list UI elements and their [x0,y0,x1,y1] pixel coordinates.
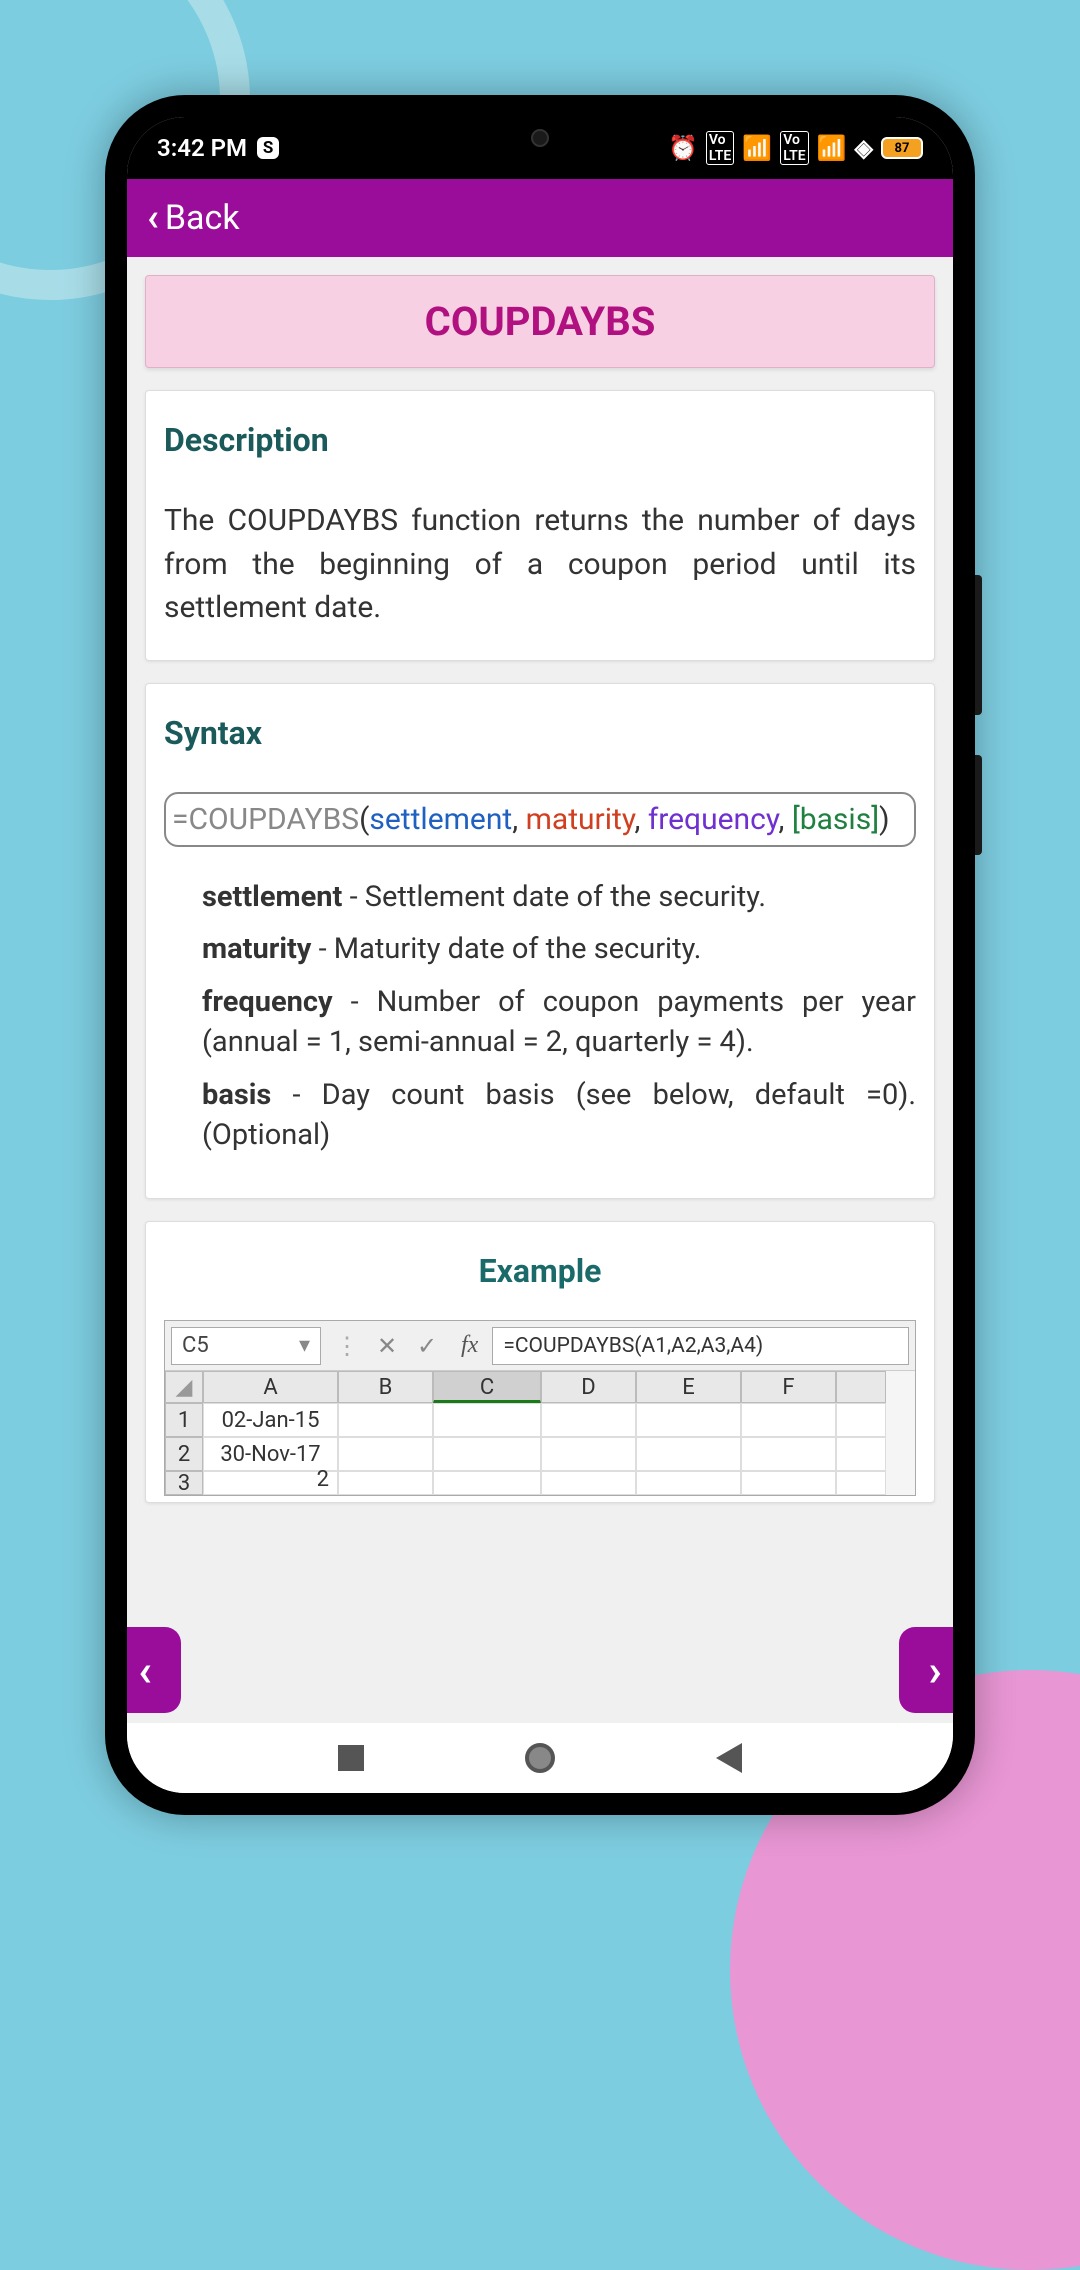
cell[interactable] [836,1471,886,1495]
home-button[interactable] [525,1743,555,1773]
page-title: COUPDAYBS [168,298,912,345]
volte-icon-1: VoLTE [706,131,734,165]
cell[interactable] [636,1437,741,1471]
col-header[interactable] [836,1371,886,1403]
title-card: COUPDAYBS [145,275,935,368]
cell[interactable] [338,1471,433,1495]
notch [410,117,670,157]
cell[interactable] [741,1471,836,1495]
example-section: Example C5 ▾ ⋮ ✕ ✓ fx =COUPDAYBS(A1,A2,A… [145,1221,935,1503]
description-text: The COUPDAYBS function returns the numbe… [164,499,916,630]
battery-icon: 87 [881,137,923,159]
syntax-heading: Syntax [164,714,916,752]
cell[interactable] [541,1437,636,1471]
cell[interactable]: 2 [203,1471,338,1495]
android-nav-bar [127,1723,953,1793]
confirm-icon[interactable]: ✓ [407,1332,447,1360]
chevron-right-icon: › [928,1644,941,1696]
cell[interactable]: 30-Nov-17 [203,1437,338,1471]
row-header[interactable]: 2 [165,1437,203,1471]
param-item: settlement - Settlement date of the secu… [202,877,916,918]
description-section: Description The COUPDAYBS function retur… [145,390,935,661]
param-item: maturity - Maturity date of the security… [202,929,916,970]
param-list: settlement - Settlement date of the secu… [164,877,916,1157]
spreadsheet-toolbar: C5 ▾ ⋮ ✕ ✓ fx =COUPDAYBS(A1,A2,A3,A4) [165,1321,915,1371]
next-button[interactable]: › [899,1627,953,1713]
signal-icon-1: 📶 [742,134,772,162]
power-button [975,755,982,855]
col-header[interactable]: F [741,1371,836,1403]
col-header[interactable]: B [338,1371,433,1403]
alarm-icon: ⏰ [668,134,698,162]
s-app-icon: S [257,137,279,159]
cell[interactable] [433,1471,541,1495]
param-item: frequency - Number of coupon payments pe… [202,982,916,1063]
description-heading: Description [164,421,916,459]
cell[interactable] [836,1403,886,1437]
cell[interactable] [541,1403,636,1437]
cell[interactable] [338,1437,433,1471]
chevron-left-icon: ‹ [138,1644,152,1696]
cell[interactable] [636,1471,741,1495]
col-header[interactable]: E [636,1371,741,1403]
row-header[interactable]: 3 [165,1471,203,1495]
spreadsheet-grid[interactable]: ◢ A B C D E F 1 02-Jan-15 [165,1371,915,1495]
cell[interactable] [433,1403,541,1437]
cancel-icon[interactable]: ✕ [367,1332,407,1360]
status-time: 3:42 PM [157,134,247,162]
example-heading: Example [164,1252,916,1290]
syntax-section: Syntax =COUPDAYBS(settlement, maturity, … [145,683,935,1200]
divider: ⋮ [327,1332,367,1360]
col-header[interactable]: C [433,1371,541,1403]
app-header: ‹ Back [127,179,953,257]
recent-apps-button[interactable] [338,1745,364,1771]
cell[interactable] [636,1403,741,1437]
volte-icon-2: VoLTE [780,131,808,165]
fx-icon[interactable]: fx [447,1332,492,1359]
cell[interactable] [541,1471,636,1495]
back-nav-button[interactable] [716,1743,742,1773]
name-box[interactable]: C5 ▾ [171,1327,321,1365]
back-label: Back [165,198,240,238]
param-item: basis - Day count basis (see below, defa… [202,1075,916,1156]
dropdown-icon: ▾ [299,1333,310,1358]
col-header[interactable]: A [203,1371,338,1403]
phone-frame: 3:42 PM S ⏰ VoLTE 📶 VoLTE 📶 ◈ 87 ‹ Back … [105,95,975,1815]
volume-button [975,575,982,715]
front-camera [531,129,549,147]
row-header[interactable]: 1 [165,1403,203,1437]
wifi-icon: ◈ [855,134,873,162]
syntax-formula: =COUPDAYBS(settlement, maturity, frequen… [164,792,916,847]
cell[interactable] [741,1437,836,1471]
cell[interactable]: 02-Jan-15 [203,1403,338,1437]
cell[interactable] [741,1403,836,1437]
cell[interactable] [338,1403,433,1437]
cell[interactable] [433,1437,541,1471]
signal-icon-2: 📶 [817,134,847,162]
formula-bar[interactable]: =COUPDAYBS(A1,A2,A3,A4) [492,1327,909,1365]
prev-button[interactable]: ‹ [127,1627,181,1713]
chevron-left-icon: ‹ [147,196,159,240]
back-button[interactable]: ‹ Back [147,196,240,240]
spreadsheet: C5 ▾ ⋮ ✕ ✓ fx =COUPDAYBS(A1,A2,A3,A4) ◢ … [164,1320,916,1496]
cell[interactable] [836,1437,886,1471]
content-area[interactable]: COUPDAYBS Description The COUPDAYBS func… [127,257,953,1723]
select-all-corner[interactable]: ◢ [165,1371,203,1403]
col-header[interactable]: D [541,1371,636,1403]
